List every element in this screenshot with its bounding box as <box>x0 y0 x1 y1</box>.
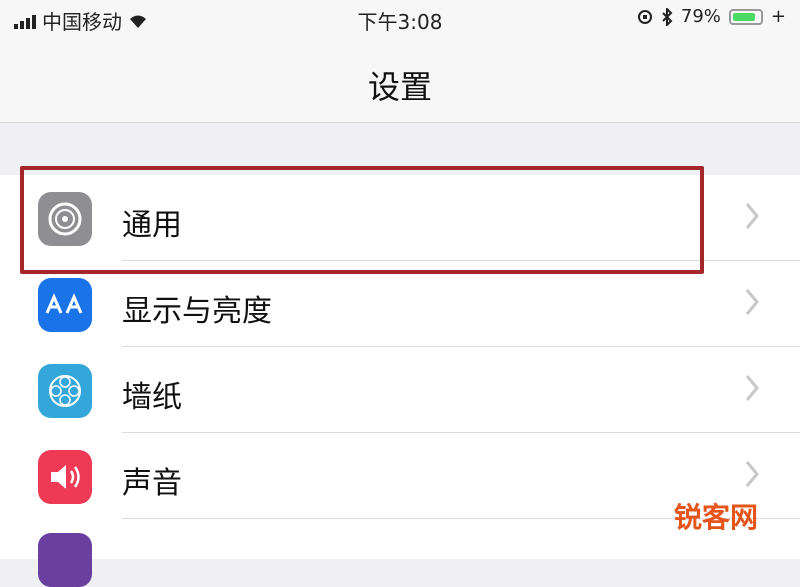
gear-icon <box>38 192 92 246</box>
charging-icon: + <box>770 6 786 27</box>
chevron-right-icon <box>745 203 759 229</box>
app-icon <box>38 533 92 587</box>
text-size-icon <box>38 278 92 332</box>
speaker-icon <box>38 450 92 504</box>
navigation-bar: 设置 <box>0 40 800 123</box>
settings-item-label: 通用 <box>122 208 182 243</box>
status-bar: 中国移动 下午3:08 79% + <box>0 0 800 40</box>
section-spacer <box>0 123 800 175</box>
settings-item-display[interactable]: 显示与亮度 <box>0 261 800 347</box>
chevron-right-icon <box>745 461 759 487</box>
wallpaper-icon <box>38 364 92 418</box>
battery-percent: 79% <box>680 6 721 27</box>
settings-item-label: 墙纸 <box>122 380 182 415</box>
chevron-right-icon <box>745 375 759 401</box>
battery-icon <box>728 8 763 25</box>
settings-item-label: 声音 <box>122 466 182 501</box>
watermark: 锐客网 <box>673 501 758 534</box>
settings-item-wallpaper[interactable]: 墙纸 <box>0 347 800 433</box>
settings-item-general[interactable]: 通用 <box>0 175 800 261</box>
chevron-right-icon <box>745 289 759 315</box>
page-title: 设置 <box>367 68 432 106</box>
orientation-lock-icon <box>637 9 652 24</box>
bluetooth-icon <box>662 7 673 26</box>
status-right: 79% + <box>637 6 786 27</box>
settings-item-label: 显示与亮度 <box>122 294 272 329</box>
